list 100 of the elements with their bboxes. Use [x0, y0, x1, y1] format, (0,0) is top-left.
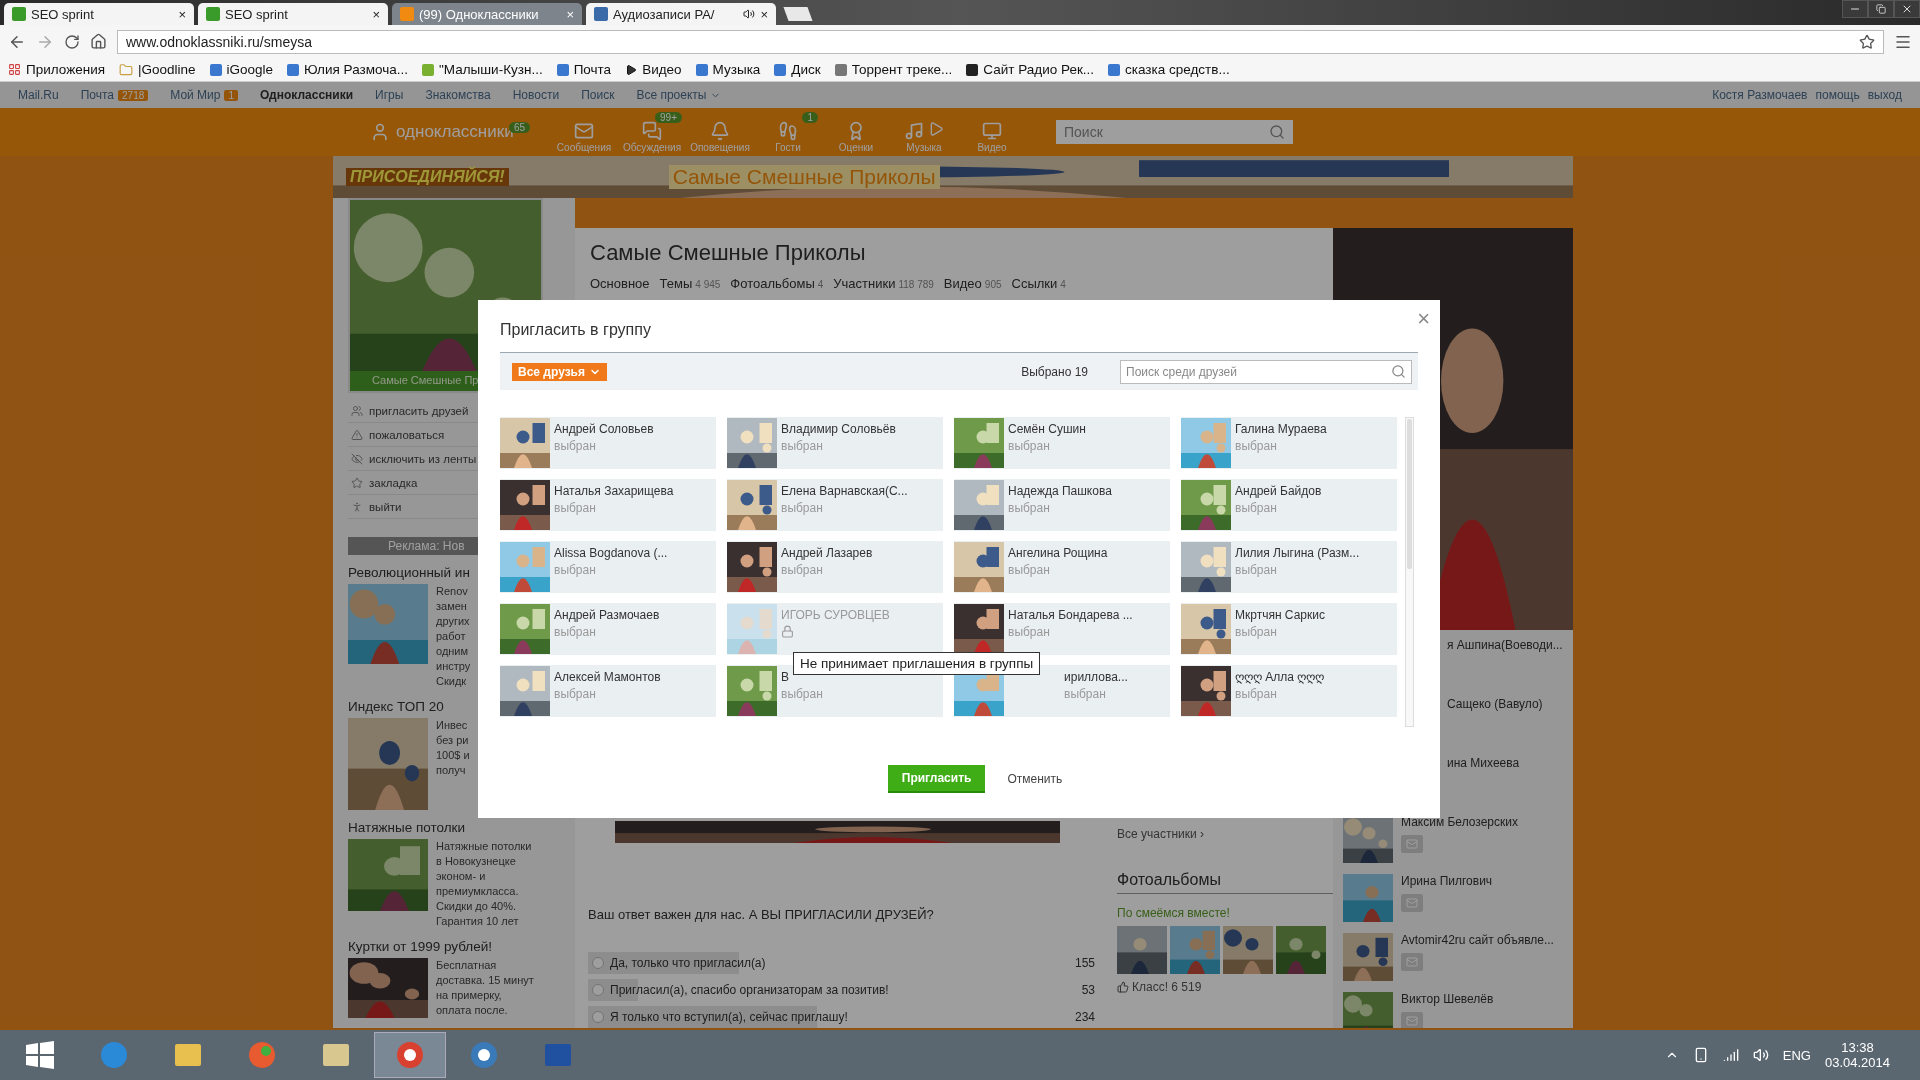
- top-link[interactable]: Одноклассники: [260, 88, 354, 102]
- status-text: выбран: [554, 625, 597, 639]
- poll-option[interactable]: Я только что вступил(а), сейчас приглашу!: [588, 1006, 1045, 1028]
- friend-card[interactable]: Андрей Соловьев выбран: [500, 417, 716, 469]
- status-text: выбран: [554, 687, 597, 701]
- group-tab[interactable]: Фотоальбомы 4: [730, 276, 824, 291]
- close-tab-button[interactable]: ×: [178, 6, 186, 22]
- ad-text: Бесплатная доставка. 15 минут на примерку, оплата после.: [436, 958, 534, 1018]
- status-text: выбран: [554, 563, 597, 577]
- banner-title: Самые Смешные Приколы: [668, 165, 940, 189]
- vote-count: 155: [1073, 956, 1095, 970]
- top-link[interactable]: Новости: [512, 88, 560, 102]
- status-text: выбран: [1235, 501, 1278, 515]
- member-name[interactable]: Avtomir42ru сайт объявле...: [1401, 933, 1554, 947]
- friend-card[interactable]: Наталья Захарищева выбран: [500, 479, 716, 531]
- bookmark[interactable]: Видео: [625, 62, 682, 77]
- friend-card[interactable]: Андрей Размочаев выбран: [500, 603, 716, 655]
- close-tab-button[interactable]: ×: [566, 6, 574, 22]
- close-button[interactable]: ×: [1417, 306, 1430, 332]
- browser-tab[interactable]: Аудиозаписи РА/ ×: [586, 3, 776, 25]
- user-link[interactable]: Костя Размочаев: [1712, 88, 1808, 102]
- close-tab-button[interactable]: ×: [372, 6, 380, 22]
- cancel-button[interactable]: Отменить: [1001, 771, 1069, 787]
- section-title: Фотоальбомы: [1117, 871, 1333, 894]
- ad-title[interactable]: Куртки от 1999 рублей!: [348, 939, 575, 954]
- status-text: выбран: [1008, 625, 1051, 639]
- friend-card[interactable]: Наталья Бондарева ... выбран: [954, 603, 1170, 655]
- status-text: выбран: [1008, 501, 1051, 515]
- friend-card[interactable]: Семён Сушин выбран: [954, 417, 1170, 469]
- poll-option[interactable]: Пригласил(а), спасибо организаторам за позитив!: [588, 979, 1045, 1001]
- bookmark[interactable]: Почта: [556, 62, 612, 77]
- top-link[interactable]: Mail.Ru: [18, 88, 59, 102]
- selected-count: Выбрано 19: [1021, 364, 1088, 379]
- dialog-title: Пригласить в группу: [500, 321, 652, 340]
- status-text: выбран: [781, 439, 824, 453]
- top-link[interactable]: Знакомства: [425, 88, 491, 102]
- group-tab[interactable]: Видео 905: [943, 276, 1002, 291]
- bookmark[interactable]: Сайт Радио Рек...: [966, 62, 1095, 77]
- browser-tab[interactable]: SEO sprint ×: [4, 3, 194, 25]
- poll-question: Ваш ответ важен для нас. А ВЫ ПРИГЛАСИЛИ ДРУЗЕЙ?: [588, 907, 935, 922]
- group-tab[interactable]: Ссылки 4: [1011, 276, 1066, 291]
- member-name[interactable]: Максим Белозерских: [1401, 815, 1518, 829]
- status-text: выбран: [781, 563, 824, 577]
- member-name[interactable]: Виктор Шевелёв: [1401, 992, 1494, 1006]
- browser-tab[interactable]: SEO sprint ×: [198, 3, 388, 25]
- bookmark[interactable]: Приложения: [8, 62, 105, 77]
- status-text: выбран: [1235, 625, 1278, 639]
- clock[interactable]: 13:38 03.04.2014: [1824, 1040, 1890, 1070]
- bookmark[interactable]: |Goodline: [119, 62, 196, 77]
- tooltip: Не принимает приглашения в группы: [793, 652, 1041, 675]
- group-tab[interactable]: Основное: [590, 276, 650, 291]
- top-link[interactable]: Все проекты: [636, 88, 722, 102]
- friend-card[interactable]: Елена Варнавская(С... выбран: [727, 479, 943, 531]
- poll-option[interactable]: Да, только что пригласил(а): [588, 952, 1045, 974]
- friend-card[interactable]: Alissa Bogdanova (... выбран: [500, 541, 716, 593]
- bookmark[interactable]: Музыка: [695, 62, 761, 77]
- bookmark[interactable]: "Малыши-Кузн...: [422, 62, 543, 77]
- bookmark[interactable]: Юлия Размоча...: [287, 62, 408, 77]
- status-text: выбран: [1008, 439, 1051, 453]
- address-bar[interactable]: www.odnoklassniki.ru/smeysa: [117, 29, 1884, 54]
- top-link[interactable]: Поиск: [581, 88, 615, 102]
- status-text: выбран: [1008, 563, 1051, 577]
- friend-card[interactable]: Надежда Пашкова выбран: [954, 479, 1170, 531]
- friend-card[interactable]: Алексей Мамонтов выбран: [500, 665, 716, 717]
- bookmark[interactable]: iGoogle: [209, 62, 274, 77]
- friend-card[interactable]: Владимир Соловьёв выбран: [727, 417, 943, 469]
- count-badge: 1: [224, 89, 239, 101]
- top-link[interactable]: Игры: [375, 88, 404, 102]
- friend-card[interactable]: Ангелина Рощина выбран: [954, 541, 1170, 593]
- ad-text: Инвес без ри 100$ и получ: [436, 718, 470, 778]
- status-text: выбран: [781, 687, 823, 701]
- ads-header: Реклама: Нов: [348, 537, 478, 555]
- bookmark[interactable]: Диск: [774, 62, 821, 77]
- friend-card[interactable]: Андрей Байдов выбран: [1181, 479, 1397, 531]
- friend-card[interactable]: Мкртчян Саркис выбран: [1181, 603, 1397, 655]
- ad-title[interactable]: Натяжные потолки: [348, 820, 575, 835]
- count-badge: 99+: [655, 111, 682, 123]
- vote-count: 53: [1080, 983, 1095, 997]
- group-tab[interactable]: Темы 4 945: [659, 276, 721, 291]
- user-link[interactable]: помощь: [1815, 88, 1860, 102]
- friend-card[interactable]: Галина Мураева выбран: [1181, 417, 1397, 469]
- bookmark[interactable]: сказка средств...: [1108, 62, 1230, 77]
- top-link[interactable]: Мой Мир 1: [170, 88, 239, 102]
- browser-tab[interactable]: (99) Одноклассники ×: [392, 3, 582, 25]
- close-tab-button[interactable]: ×: [760, 6, 768, 22]
- group-title: Самые Смешные Приколы: [590, 240, 867, 266]
- search-field[interactable]: Поиск среди друзей: [1120, 359, 1412, 384]
- user-link[interactable]: выход: [1867, 88, 1902, 102]
- friend-card[interactable]: Андрей Лазарев выбран: [727, 541, 943, 593]
- top-link[interactable]: Почта 2718: [80, 88, 149, 102]
- all-members-link[interactable]: Все участники ›: [1117, 827, 1333, 841]
- language-indicator[interactable]: ENG: [1782, 1047, 1811, 1063]
- status-text: выбран: [1064, 687, 1107, 701]
- status-text: выбран: [781, 501, 824, 515]
- member-name[interactable]: Ирина Пилгович: [1401, 874, 1493, 888]
- bookmark[interactable]: Торрент треке...: [834, 62, 953, 77]
- friend-card[interactable]: Лилия Лыгина (Разм... выбран: [1181, 541, 1397, 593]
- ad-text: Натяжные потолки в Новокузнецке эконом- и премиумкласса. Скидки до 40%. Гарантия 10 лет: [436, 839, 532, 929]
- group-tab[interactable]: Участники 118 789: [833, 276, 934, 291]
- friend-card[interactable]: ღღღ Алла ღღღ выбран: [1181, 665, 1397, 717]
